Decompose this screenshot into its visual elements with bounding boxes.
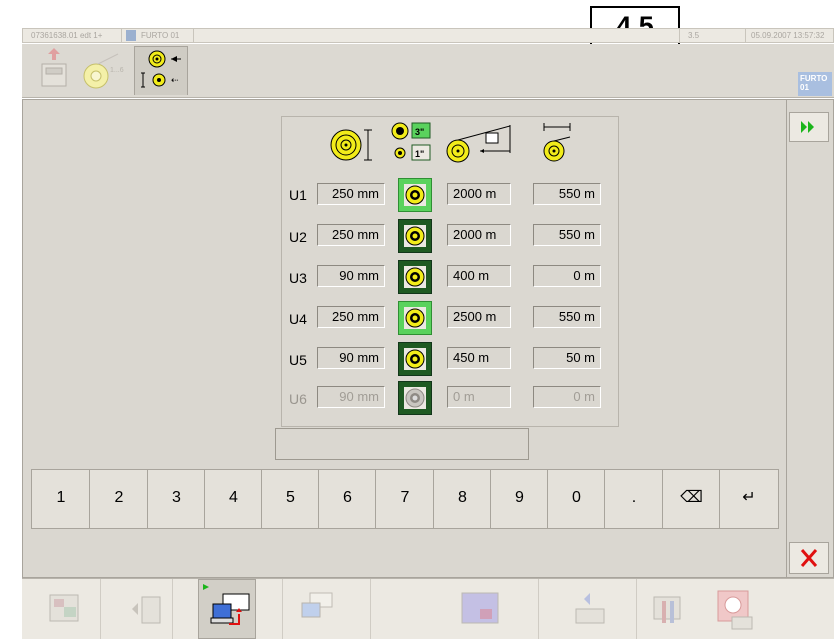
- remaining-field-u4[interactable]: 550 m: [533, 306, 601, 328]
- core-button-u3[interactable]: [398, 260, 432, 294]
- row-label-u5: U5: [289, 352, 307, 368]
- key-1[interactable]: 1: [31, 469, 91, 529]
- length-field-u1[interactable]: 2000 m: [447, 183, 511, 205]
- key-backspace[interactable]: ⌫: [662, 469, 721, 529]
- unload-button[interactable]: [28, 46, 80, 94]
- remaining-field-u6: 0 m: [533, 386, 601, 408]
- remaining-field-u1[interactable]: 550 m: [533, 183, 601, 205]
- network-download-icon: [301, 592, 333, 618]
- next-button[interactable]: [789, 112, 829, 142]
- title-value: 3.5: [688, 31, 700, 40]
- svg-text:1...6: 1...6: [110, 67, 124, 74]
- network-upload-icon: [203, 584, 250, 625]
- core-button-u2[interactable]: [398, 219, 432, 253]
- job-id: 07361638.01 edt 1+: [31, 31, 103, 40]
- unload-icon: [41, 48, 67, 87]
- key-enter[interactable]: ↵: [719, 469, 779, 529]
- row-label-u2: U2: [289, 229, 307, 245]
- nav-report-button[interactable]: [40, 581, 96, 637]
- diameter-field-u4[interactable]: 250 mm: [317, 306, 385, 328]
- nav-tools-button[interactable]: [644, 581, 700, 637]
- close-button[interactable]: [789, 542, 829, 574]
- core-button-u1[interactable]: [398, 178, 432, 212]
- report-icon: [49, 594, 79, 622]
- core-label-3: 3": [415, 127, 424, 137]
- module-icon: [575, 593, 605, 624]
- key-7[interactable]: 7: [375, 469, 435, 529]
- diameter-field-u1[interactable]: 250 mm: [317, 183, 385, 205]
- nav-upload-button[interactable]: [198, 579, 256, 639]
- nav-module-button[interactable]: [562, 581, 618, 637]
- roll-icon: [405, 185, 425, 205]
- core-label-1: 1": [415, 149, 424, 159]
- roll-icon: [405, 226, 425, 246]
- machine-icon: [126, 30, 136, 41]
- remaining-field-u5[interactable]: 50 m: [533, 347, 601, 369]
- tools-icon: [653, 596, 681, 623]
- close-icon: [800, 549, 818, 567]
- remaining-field-u3[interactable]: 0 m: [533, 265, 601, 287]
- nav-screen-button[interactable]: [454, 581, 510, 637]
- roll-length-button[interactable]: 1...6: [80, 46, 132, 94]
- remaining-length-icon: [543, 123, 571, 162]
- row-label-u4: U4: [289, 311, 307, 327]
- key-4[interactable]: 4: [204, 469, 263, 529]
- core-button-u6: [398, 381, 432, 415]
- roll-icon: [405, 308, 425, 328]
- key-3[interactable]: 3: [147, 469, 206, 529]
- entry-field[interactable]: [275, 428, 529, 460]
- nav-download-button[interactable]: [292, 581, 348, 637]
- alarm-icon: [717, 590, 753, 630]
- title-bar: 07361638.01 edt 1+ FURTO 01 3.5 05.09.20…: [22, 28, 834, 43]
- datetime: 05.09.2007 13:57:32: [751, 31, 825, 40]
- length-field-u2[interactable]: 2000 m: [447, 224, 511, 246]
- roll-diameter-icon: [330, 129, 372, 161]
- key-8[interactable]: 8: [433, 469, 492, 529]
- key-decimal[interactable]: .: [604, 469, 664, 529]
- core-button-u4[interactable]: [398, 301, 432, 335]
- key-2[interactable]: 2: [89, 469, 149, 529]
- diameter-field-u6: 90 mm: [317, 386, 385, 408]
- machine-name: FURTO 01: [141, 31, 180, 40]
- length-field-u4[interactable]: 2500 m: [447, 306, 511, 328]
- length-field-u5[interactable]: 450 m: [447, 347, 511, 369]
- core-size-icon: 3" 1": [391, 122, 431, 161]
- roll-selection-button[interactable]: ⇠: [134, 46, 188, 95]
- key-6[interactable]: 6: [318, 469, 377, 529]
- key-5[interactable]: 5: [261, 469, 320, 529]
- core-button-u5[interactable]: [398, 342, 432, 376]
- web-length-icon: [446, 125, 511, 163]
- diameter-field-u3[interactable]: 90 mm: [317, 265, 385, 287]
- key-9[interactable]: 9: [490, 469, 549, 529]
- row-label-u3: U3: [289, 270, 307, 286]
- fast-forward-icon: [801, 121, 814, 133]
- roll-selection-icon: ⇠: [141, 50, 181, 88]
- nav-previous-button[interactable]: [118, 581, 174, 637]
- bottom-nav: [22, 578, 834, 639]
- roll-length-icon: 1...6: [83, 53, 124, 89]
- previous-page-icon: [132, 596, 161, 624]
- row-label-u6: U6: [289, 391, 307, 407]
- length-field-u3[interactable]: 400 m: [447, 265, 511, 287]
- nav-alarm-button[interactable]: [706, 581, 762, 637]
- furto-badge: FURTO 01: [798, 72, 832, 96]
- diameter-field-u5[interactable]: 90 mm: [317, 347, 385, 369]
- key-0[interactable]: 0: [547, 469, 606, 529]
- diameter-field-u2[interactable]: 250 mm: [317, 224, 385, 246]
- roll-icon: [405, 267, 425, 287]
- length-field-u6: 0 m: [447, 386, 511, 408]
- row-label-u1: U1: [289, 187, 307, 203]
- remaining-field-u2[interactable]: 550 m: [533, 224, 601, 246]
- roll-icon: [405, 349, 425, 369]
- screen-icon: [461, 592, 499, 624]
- svg-text:⇠: ⇠: [171, 75, 179, 85]
- roll-icon: [405, 388, 425, 408]
- toolbar: 1...6 ⇠ FURTO 01: [22, 44, 834, 98]
